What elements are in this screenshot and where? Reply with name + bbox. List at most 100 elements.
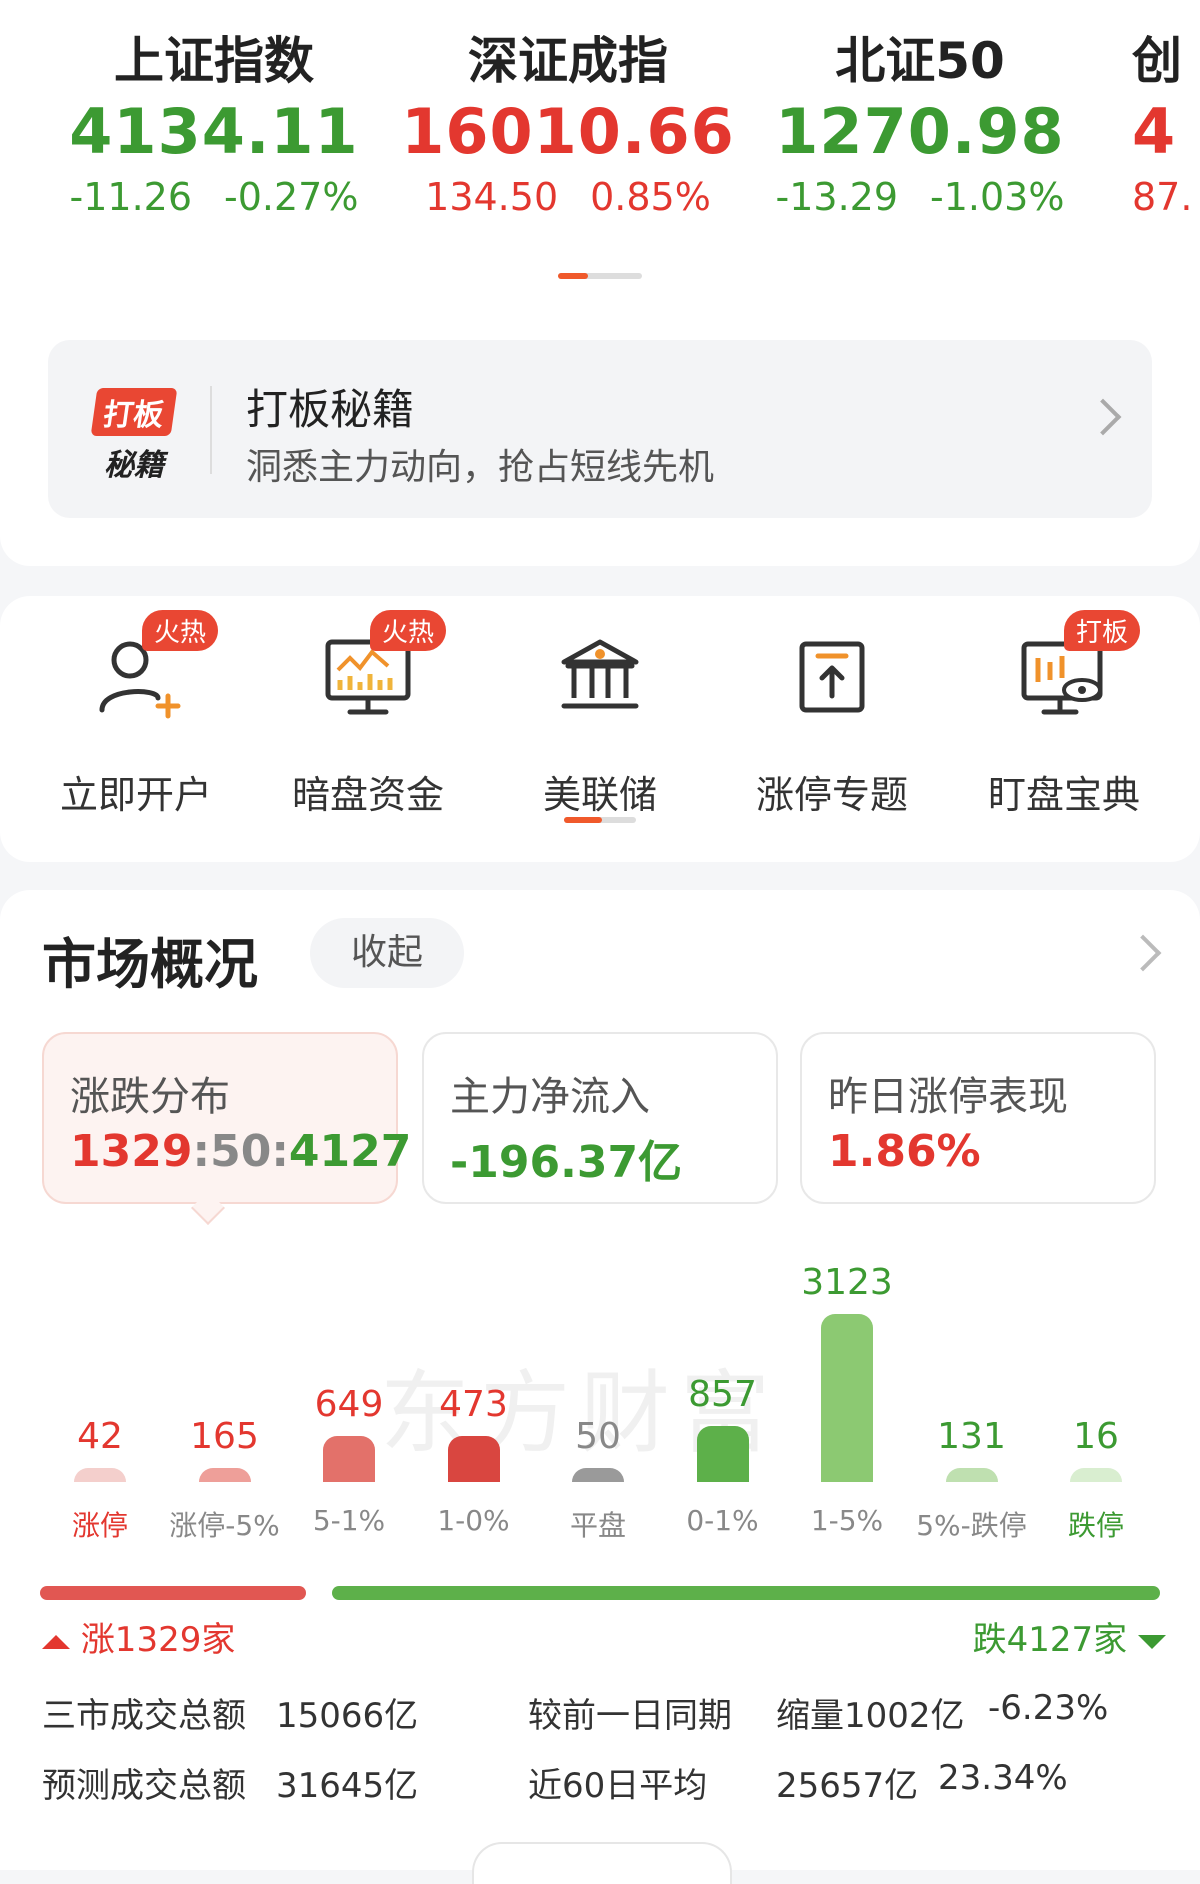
shortcut-label: 涨停专题 (755, 773, 908, 817)
shortcuts-page-indicator (564, 817, 636, 823)
index-change-abs: 134.50 (425, 175, 559, 219)
index-change: 134.50 0.85% (388, 172, 748, 222)
user-add-icon: 火热 (88, 610, 219, 724)
bar-category-6: 1-5% (810, 1504, 884, 1537)
bar-8 (1070, 1468, 1122, 1482)
daban-banner[interactable]: 打板 秘籍 打板秘籍 洞悉主力动向，抢占短线先机 (48, 340, 1152, 518)
shortcut-label: 暗盘资金 (291, 773, 444, 817)
monitor-eye-icon: 打板 (1016, 610, 1141, 724)
index-name: 北证50 (835, 32, 1005, 90)
shortcut-limit-up[interactable]: 涨停专题 (716, 628, 948, 819)
tile-value: 1.86% (828, 1126, 981, 1177)
bar-value-8: 16 (1073, 1416, 1119, 1457)
collapse-button[interactable]: 收起 (310, 918, 464, 988)
monitor-chart-icon: 火热 (320, 610, 447, 724)
daban-badge: 打板 (1064, 610, 1141, 651)
tile-rise-fall-distribution[interactable]: 涨跌分布 1329:50:4127 (42, 1032, 411, 1204)
forecast-label: 预测成交总额 (42, 1766, 246, 1806)
arrow-down-icon (1138, 1634, 1166, 1649)
index-chinext-partial[interactable]: 创 4 87. (1132, 30, 1200, 222)
shortcut-label: 立即开户 (59, 773, 212, 817)
index-change-abs: -13.29 (775, 175, 899, 219)
index-name: 深证成指 (468, 32, 668, 90)
shortcut-open-account[interactable]: 火热 立即开户 (20, 610, 252, 819)
banner-title: 打板秘籍 (246, 385, 415, 434)
index-value: 4134.11 (69, 95, 359, 168)
bar-category-8: 跌停 (1067, 1509, 1124, 1542)
shortcut-label: 盯盘宝典 (987, 773, 1140, 817)
shortcut-label: 美联储 (542, 773, 657, 817)
compare-value: 缩量1002亿 (776, 1696, 965, 1736)
chevron-right-icon (1084, 398, 1122, 436)
shortcut-watch-guide[interactable]: 打板 盯盘宝典 (948, 610, 1180, 819)
tile-label: 涨跌分布 (70, 1074, 230, 1120)
down-count: 跌4127家 (973, 1612, 1166, 1661)
bar-0 (74, 1468, 126, 1482)
index-value: 4 (1132, 95, 1177, 168)
index-change-pct: -1.03% (930, 175, 1065, 219)
index-change: -13.29 -1.03% (740, 172, 1100, 222)
banner-divider (210, 386, 212, 474)
bar-2 (323, 1436, 375, 1482)
index-bse50[interactable]: 北证50 1270.98 -13.29 -1.03% (740, 30, 1100, 222)
index-name: 创 (1132, 32, 1182, 90)
bar-category-7: 5%-跌停 (916, 1509, 1027, 1542)
tile-value: -196.37亿 (450, 1137, 683, 1188)
ratio-bar-down (332, 1586, 1160, 1600)
total-turnover-label: 三市成交总额 (42, 1696, 246, 1736)
hot-badge: 火热 (370, 610, 447, 651)
bar-value-1: 165 (190, 1416, 259, 1457)
index-change-abs: -11.26 (69, 175, 193, 219)
expand-more-button[interactable] (472, 1842, 732, 1884)
index-szse[interactable]: 深证成指 16010.66 134.50 0.85% (388, 30, 748, 222)
bar-7 (945, 1468, 998, 1482)
bar-4 (572, 1468, 624, 1482)
avg60-pct: 23.34% (938, 1758, 1068, 1798)
up-count: 涨1329家 (42, 1612, 235, 1661)
logo-text-bottom: 秘籍 (104, 448, 164, 483)
compare-label: 较前一日同期 (528, 1696, 732, 1736)
bar-value-7: 131 (937, 1416, 1006, 1457)
index-change-pct: 0.85% (590, 175, 711, 219)
total-turnover-value: 15066亿 (276, 1696, 419, 1736)
bank-icon (552, 628, 648, 724)
hot-badge: 火热 (142, 610, 219, 651)
bar-value-2: 649 (314, 1384, 384, 1425)
index-change: -11.26 -0.27% (34, 172, 394, 222)
bar-3 (447, 1436, 500, 1482)
bar-value-3: 473 (439, 1384, 508, 1425)
index-name: 上证指数 (114, 32, 314, 90)
banner-subtitle: 洞悉主力动向，抢占短线先机 (246, 447, 715, 488)
tile-value: 1329:50:4127 (70, 1126, 412, 1177)
bar-value-4: 50 (575, 1416, 621, 1457)
indices-page-indicator (558, 273, 642, 279)
avg60-value: 25657亿 (776, 1766, 919, 1806)
index-change-abs: 87. (1132, 175, 1193, 219)
compare-pct: -6.23% (988, 1688, 1109, 1728)
bar-category-1: 涨停-5% (169, 1509, 280, 1542)
shortcut-fed[interactable]: 美联储 (484, 628, 716, 819)
bar-5 (696, 1426, 749, 1482)
index-change: 87. (1132, 172, 1200, 222)
index-value: 1270.98 (775, 95, 1065, 168)
arrow-up-icon (42, 1634, 70, 1649)
bar-1 (198, 1468, 251, 1482)
tile-label: 主力净流入 (450, 1074, 650, 1120)
bar-category-3: 1-0% (437, 1504, 510, 1537)
bar-value-0: 42 (77, 1416, 123, 1457)
tile-main-net-inflow[interactable]: 主力净流入 -196.37亿 (422, 1032, 778, 1204)
ratio-bar-up (40, 1586, 306, 1600)
bar-6 (821, 1314, 873, 1482)
bar-category-4: 平盘 (569, 1509, 626, 1542)
index-sse[interactable]: 上证指数 4134.11 -11.26 -0.27% (34, 30, 394, 222)
tile-yesterday-limit-up[interactable]: 昨日涨停表现 1.86% (800, 1032, 1156, 1204)
shortcut-grey-market[interactable]: 火热 暗盘资金 (252, 610, 484, 819)
forecast-value: 31645亿 (276, 1766, 419, 1806)
bar-category-5: 0-1% (686, 1504, 759, 1537)
index-value: 16010.66 (401, 95, 735, 168)
daban-logo: 打板 秘籍 (88, 388, 180, 483)
logo-text-top: 打板 (90, 388, 178, 436)
avg60-label: 近60日平均 (528, 1766, 708, 1806)
bar-category-2: 5-1% (312, 1504, 386, 1537)
bar-category-0: 涨停 (71, 1509, 128, 1542)
